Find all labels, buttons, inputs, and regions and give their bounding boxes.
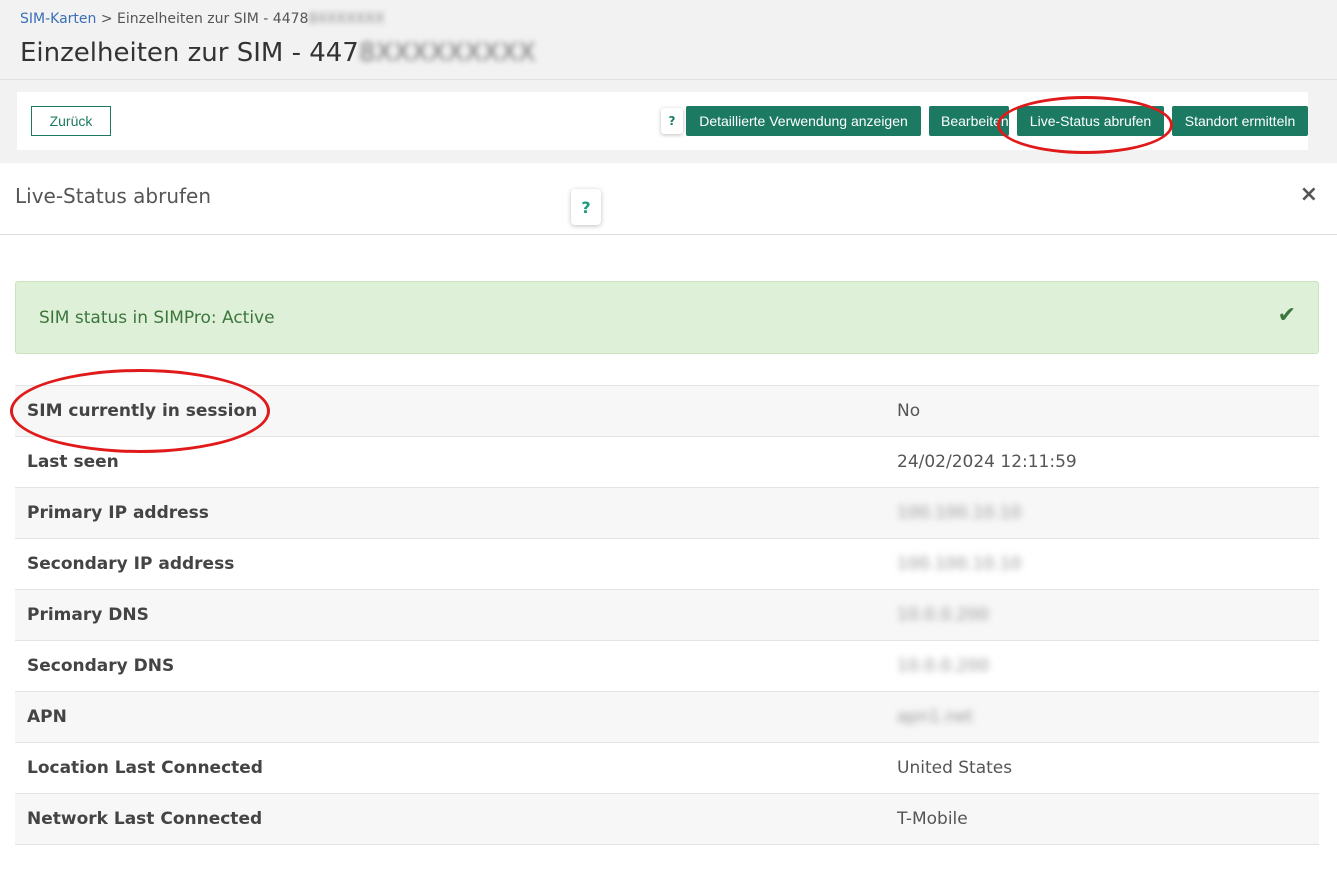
modal-header: Live-Status abrufen ? × <box>0 164 1337 235</box>
show-detailed-usage-button[interactable]: Detaillierte Verwendung anzeigen <box>686 106 921 136</box>
row-label: Secondary IP address <box>27 554 235 574</box>
table-row: Primary IP address 100.100.10.10 <box>15 488 1319 539</box>
table-row: Primary DNS 10.0.0.200 <box>15 590 1319 641</box>
table-row: Network Last Connected T-Mobile <box>15 794 1319 845</box>
action-toolbar: Zurück ? Detaillierte Verwendung anzeige… <box>17 92 1308 150</box>
modal-title: Live-Status abrufen <box>15 184 212 208</box>
breadcrumb-separator: > <box>100 11 113 27</box>
alert-text: SIM status in SIMPro: Active <box>39 308 275 328</box>
status-table: SIM currently in session No Last seen 24… <box>15 385 1319 845</box>
row-value-redacted: 10.0.0.200 <box>897 656 989 676</box>
row-value-redacted: 100.100.10.10 <box>897 503 1022 523</box>
row-value-redacted: apn1.net <box>897 707 974 727</box>
page-title-redacted: 8XXXXXXXXX <box>358 38 536 68</box>
row-value: 24/02/2024 12:11:59 <box>897 452 1077 472</box>
row-label: SIM currently in session <box>27 401 258 421</box>
table-row: SIM currently in session No <box>15 386 1319 437</box>
table-row: Location Last Connected United States <box>15 743 1319 794</box>
row-value: T-Mobile <box>897 809 968 829</box>
breadcrumb-link-sim-cards[interactable]: SIM-Karten <box>20 11 96 27</box>
row-label: Primary IP address <box>27 503 209 523</box>
row-value: United States <box>897 758 1013 778</box>
page-header: SIM-Karten > Einzelheiten zur SIM - 4478… <box>0 0 1337 163</box>
row-value: No <box>897 401 921 421</box>
page-title: Einzelheiten zur SIM - 4478XXXXXXXXX <box>20 38 536 68</box>
help-icon[interactable]: ? <box>571 189 601 225</box>
help-icon[interactable]: ? <box>661 108 683 134</box>
status-alert: SIM status in SIMPro: Active ✔ <box>15 281 1319 354</box>
breadcrumb-redacted: 8XXXXXXX <box>308 11 385 27</box>
edit-button[interactable]: Bearbeiten <box>929 106 1009 136</box>
row-label: Network Last Connected <box>27 809 263 829</box>
row-label: Last seen <box>27 452 119 472</box>
table-row: Secondary IP address 100.100.10.10 <box>15 539 1319 590</box>
header-divider <box>0 79 1337 80</box>
table-row: Last seen 24/02/2024 12:11:59 <box>15 437 1319 488</box>
locate-button[interactable]: Standort ermitteln <box>1172 106 1308 136</box>
table-row: Secondary DNS 10.0.0.200 <box>15 641 1319 692</box>
check-icon: ✔ <box>1277 303 1296 328</box>
row-label: Location Last Connected <box>27 758 263 778</box>
get-live-status-button[interactable]: Live-Status abrufen <box>1017 106 1164 136</box>
back-button[interactable]: Zurück <box>31 106 111 136</box>
close-icon[interactable]: × <box>1300 182 1318 207</box>
row-label: Primary DNS <box>27 605 149 625</box>
row-value-redacted: 100.100.10.10 <box>897 554 1022 574</box>
breadcrumb: SIM-Karten > Einzelheiten zur SIM - 4478… <box>20 11 384 27</box>
table-row: APN apn1.net <box>15 692 1319 743</box>
breadcrumb-current: Einzelheiten zur SIM - 4478 <box>117 11 309 27</box>
row-label: Secondary DNS <box>27 656 175 676</box>
row-label: APN <box>27 707 67 727</box>
row-value-redacted: 10.0.0.200 <box>897 605 989 625</box>
page-title-text: Einzelheiten zur SIM - 447 <box>20 38 359 68</box>
